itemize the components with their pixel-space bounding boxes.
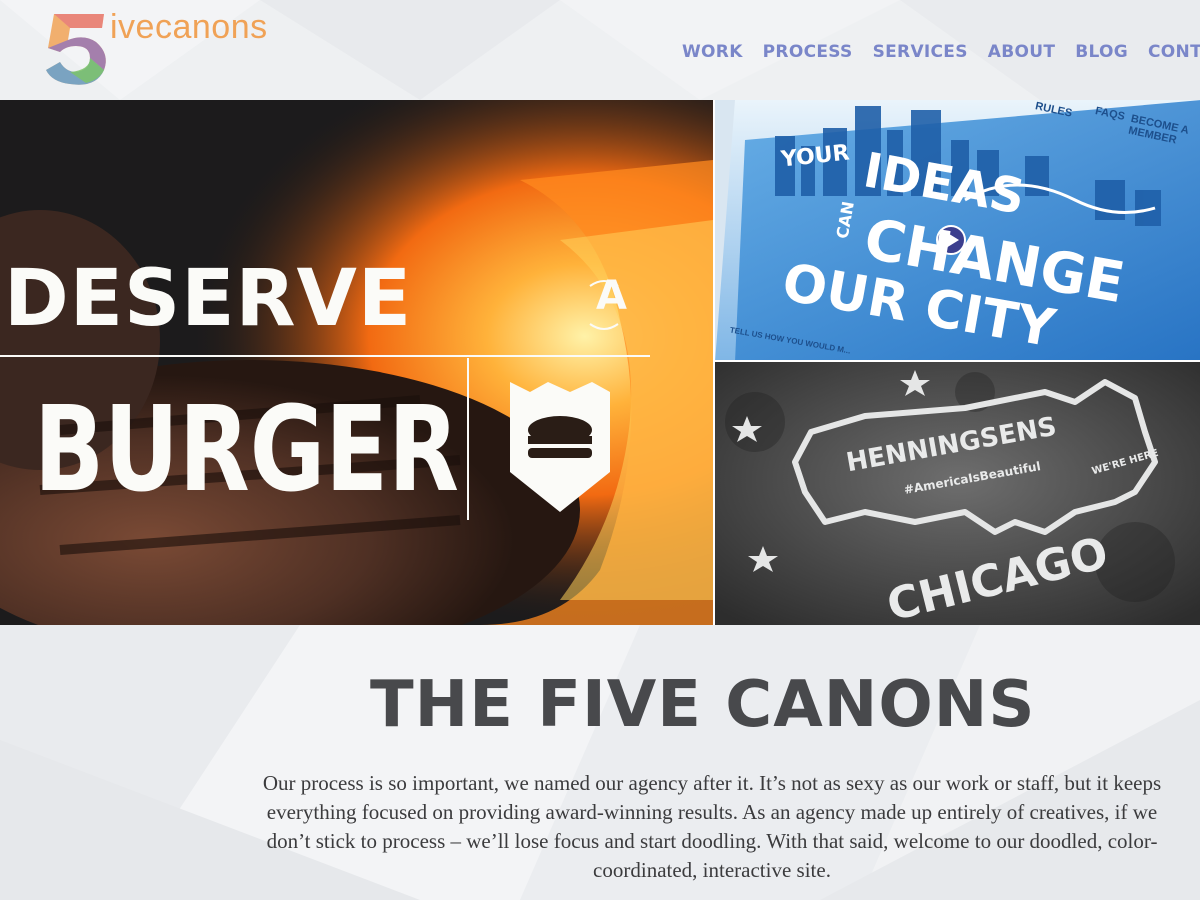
- page-title: THE FIVE CANONS: [370, 668, 1036, 742]
- intro-paragraph: Our process is so important, we named ou…: [262, 771, 1162, 882]
- nav-about[interactable]: ABOUT: [988, 42, 1055, 62]
- burger-headline-a: A: [596, 273, 627, 319]
- nav-services[interactable]: SERVICES: [873, 42, 968, 62]
- nav-blog[interactable]: BLOG: [1075, 42, 1128, 62]
- burger-headline-deserve: DESERVE: [4, 254, 413, 344]
- portfolio-item-ideas[interactable]: RULES FAQS BECOME A MEMBER YOUR IDEAS CA…: [713, 100, 1200, 362]
- site-logo[interactable]: ivecanons: [44, 8, 344, 88]
- intro-section: THE FIVE CANONS Our process is so import…: [0, 625, 1200, 900]
- burger-headline-burger: BURGER: [34, 380, 460, 518]
- nav-process[interactable]: PROCESS: [763, 42, 853, 62]
- logo-wordmark: ivecanons: [110, 8, 268, 46]
- five-logo-mark: [46, 14, 106, 85]
- main-nav: WORK PROCESS SERVICES ABOUT BLOG CONTACT: [682, 42, 1200, 62]
- portfolio-item-chicago[interactable]: HENNINGSENS #AmericaIsBeautiful WE'RE HE…: [713, 362, 1200, 625]
- nav-contact[interactable]: CONTACT: [1148, 42, 1200, 62]
- site-header: ivecanons WORK PROCESS SERVICES ABOUT BL…: [0, 0, 1200, 100]
- portfolio-item-burger[interactable]: DESERVE A BURGER: [0, 100, 713, 625]
- nav-work[interactable]: WORK: [682, 42, 743, 62]
- burger-photo: [0, 100, 713, 625]
- portfolio-grid: DESERVE A BURGER RULES FAQS BECOME A MEM…: [0, 100, 1200, 625]
